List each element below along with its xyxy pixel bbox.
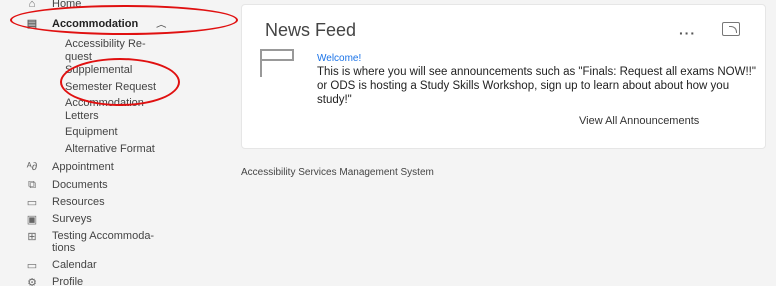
sidebar-item-calendar[interactable]: ▭ Calendar — [24, 258, 97, 272]
news-feed-title: News Feed — [265, 20, 357, 40]
chevron-up-icon: ︿ — [156, 21, 167, 29]
home-icon: ⌂ — [28, 0, 36, 10]
survey-icon: ▣ — [26, 213, 38, 226]
sidebar-item-label: Home — [52, 0, 82, 10]
sub-item-alternative-format[interactable]: Alternative Format — [65, 143, 155, 156]
testing-icon: ⊞ — [27, 230, 37, 243]
sidebar-item-label: Resources — [52, 196, 105, 208]
sidebar-item-surveys[interactable]: ▣ Surveys — [24, 212, 92, 226]
rss-icon[interactable] — [722, 22, 740, 36]
sub-item-supplemental[interactable]: Supplemental — [65, 64, 132, 77]
sub-item-accommodation-letters-cont[interactable]: Letters — [65, 110, 99, 123]
sidebar-item-label: Calendar — [52, 259, 97, 271]
people-icon: ᴬ∂ — [26, 161, 38, 173]
profile-icon: ⚙ — [27, 276, 37, 286]
announcement-title[interactable]: Welcome! — [317, 53, 361, 64]
sidebar: ⌂ Home ▤ Accommodation ︿ Accessibility R… — [0, 0, 230, 286]
more-options-icon[interactable]: ··· — [679, 25, 696, 41]
sub-item-equipment[interactable]: Equipment — [65, 126, 118, 139]
sidebar-item-profile[interactable]: ⚙ Profile — [24, 275, 83, 286]
sub-item-accommodation-letters[interactable]: Accommodation — [65, 97, 144, 110]
sidebar-item-testing-accommodations[interactable]: ⊞ Testing Accommoda- — [24, 229, 154, 243]
folder-icon: ▭ — [26, 196, 38, 209]
sidebar-item-label: Documents — [52, 179, 108, 191]
sidebar-item-documents[interactable]: ⧉ Documents — [24, 178, 108, 192]
footer-text: Accessibility Services Management System — [241, 167, 434, 178]
sidebar-item-label: Surveys — [52, 213, 92, 225]
announcement-body: This is where you will see announcements… — [317, 66, 756, 106]
sidebar-item-resources[interactable]: ▭ Resources — [24, 195, 105, 209]
sidebar-item-testing-accommodations-cont[interactable]: tions — [52, 242, 75, 255]
calendar-icon: ▭ — [26, 259, 38, 272]
sub-item-accessibility-request-cont[interactable]: quest — [65, 51, 92, 64]
accommodation-icon: ▤ — [26, 18, 38, 30]
sidebar-item-label: Profile — [52, 276, 84, 286]
sidebar-item-home[interactable]: ⌂ Home — [24, 0, 82, 11]
sidebar-item-label: Accommodation — [52, 17, 139, 30]
sub-item-accessibility-request[interactable]: Accessibility Re- — [65, 38, 146, 51]
sidebar-item-label: Appointment — [52, 161, 114, 173]
view-all-announcements-link[interactable]: View All Announcements — [579, 115, 699, 127]
p-letter-icon — [260, 49, 296, 77]
sidebar-item-appointment[interactable]: ᴬ∂ Appointment — [24, 160, 114, 174]
sidebar-item-accommodation[interactable]: ▤ Accommodation ︿ — [24, 16, 166, 31]
news-feed-card: News Feed ··· Welcome! This is where you… — [241, 4, 766, 149]
documents-icon: ⧉ — [28, 178, 36, 191]
sidebar-item-label: Testing Accommoda- — [52, 230, 155, 242]
sub-item-semester-request[interactable]: Semester Request — [65, 81, 156, 94]
